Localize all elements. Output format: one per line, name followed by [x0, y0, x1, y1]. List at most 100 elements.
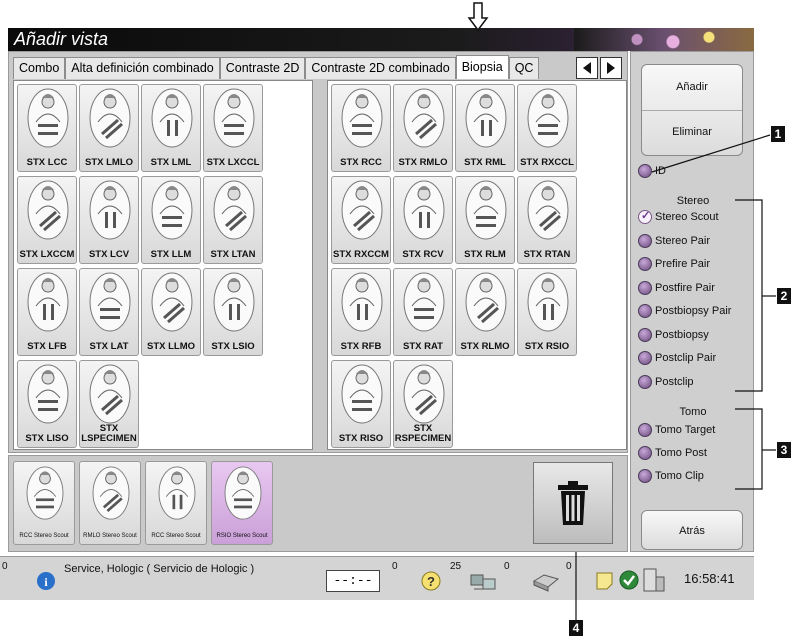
id-option[interactable]: ID — [638, 164, 666, 178]
tab-bar: Combo Alta definición combinado Contraste … — [13, 55, 540, 79]
right-breast-views: STX RCC STX RMLO STX RML STX RXCCL STX RXCCM… — [327, 80, 627, 450]
view-stx-llm-button[interactable]: STX LLM — [141, 176, 201, 264]
option-postclip-pair[interactable]: Postclip Pair — [638, 351, 716, 365]
option-postclip[interactable]: Postclip — [638, 374, 694, 389]
view-label: STX RISO — [338, 433, 384, 444]
selected-view-thumbnail[interactable]: RSIO Stereo Scout — [211, 461, 273, 545]
selected-view-thumbnail[interactable]: RMLO Stereo Scout — [79, 461, 141, 545]
view-stx-lcc-button[interactable]: STX LCC — [17, 84, 77, 172]
tab-biopsia[interactable]: Biopsia — [455, 55, 509, 79]
option-stereo-pair[interactable]: Stereo Pair — [638, 233, 711, 248]
view-stx-llmo-button[interactable]: STX LLMO — [141, 268, 201, 356]
view-stx-rlm-button[interactable]: STX RLM — [455, 176, 515, 264]
clock-time: 16:58:41 — [684, 571, 735, 586]
tab-contraste-2d[interactable]: Contraste 2D — [219, 57, 306, 79]
selected-view-thumbnail[interactable]: RCC Stereo Scout — [13, 461, 75, 545]
view-label: STX LLM — [150, 249, 192, 260]
view-stx-rat-button[interactable]: STX RAT — [393, 268, 453, 356]
view-label: STX RXCCM — [333, 249, 389, 260]
ml-compression-icon — [464, 88, 508, 148]
cc-compression-icon — [212, 88, 256, 148]
callout-1: 1 — [771, 126, 785, 142]
view-stx-rcv-button[interactable]: STX RCV — [393, 176, 453, 264]
checkmark-icon[interactable] — [618, 569, 640, 591]
help-icon[interactable]: ? — [420, 569, 442, 593]
view-stx-lxccm-button[interactable]: STX LXCCM — [17, 176, 77, 264]
view-stx-rml-button[interactable]: STX RML — [455, 84, 515, 172]
radio-icon — [638, 423, 652, 437]
view-stx-lmlo-button[interactable]: STX LMLO — [79, 84, 139, 172]
tomo-group-header: Tomo — [679, 406, 707, 418]
radio-icon — [638, 327, 652, 342]
view-label: STX LSPECIMEN — [81, 423, 137, 444]
view-stx-rfb-button[interactable]: STX RFB — [331, 268, 391, 356]
notes-count: 0 — [566, 561, 572, 572]
view-stx-lxccl-button[interactable]: STX LXCCL — [203, 84, 263, 172]
view-stx-liso-button[interactable]: STX LISO — [17, 360, 77, 448]
id-label: ID — [655, 165, 666, 177]
view-label: STX RMLO — [398, 157, 448, 168]
view-stx-rlmo-button[interactable]: STX RLMO — [455, 268, 515, 356]
remove-button[interactable]: Eliminar — [642, 111, 742, 155]
view-stx-ltan-button[interactable]: STX LTAN — [203, 176, 263, 264]
stereo-group-header: Stereo — [676, 195, 710, 207]
option-label: Prefire Pair — [655, 258, 711, 270]
tab-qc[interactable]: QC — [508, 57, 540, 79]
view-label: STX RLMO — [460, 341, 510, 352]
view-stx-lfb-button[interactable]: STX LFB — [17, 268, 77, 356]
view-stx-rmlo-button[interactable]: STX RMLO — [393, 84, 453, 172]
view-label: STX LFB — [27, 341, 67, 352]
view-stx-lspecimen-button[interactable]: STX LSPECIMEN — [79, 360, 139, 448]
view-stx-rxccm-button[interactable]: STX RXCCM — [331, 176, 391, 264]
view-stx-rxccl-button[interactable]: STX RXCCL — [517, 84, 577, 172]
view-stx-lml-button[interactable]: STX LML — [141, 84, 201, 172]
thumbnail-label: RMLO Stereo Scout — [83, 533, 137, 539]
option-postfire-pair[interactable]: Postfire Pair — [638, 280, 715, 295]
tab-alta-definici-n-combinado[interactable]: Alta definición combinado — [65, 57, 220, 79]
radio-icon — [638, 209, 652, 224]
system-status-icon[interactable] — [642, 567, 666, 593]
scroll-right-button[interactable] — [600, 57, 622, 79]
lm-compression-icon — [150, 180, 194, 240]
view-label: STX RSIO — [524, 341, 570, 352]
selected-views-strip: RCC Stereo Scout RMLO Stereo Scout RCC Ste… — [8, 455, 628, 552]
view-options-panel: Añadir Eliminar ID Stereo Stereo Scout St… — [630, 51, 754, 552]
printer-icon[interactable] — [530, 569, 560, 593]
view-label: STX RAT — [403, 341, 443, 352]
sio-compression-icon — [526, 272, 570, 332]
view-stx-lat-button[interactable]: STX LAT — [79, 268, 139, 356]
view-stx-lsio-button[interactable]: STX LSIO — [203, 268, 263, 356]
tab-scroll-arrows — [574, 57, 622, 79]
option-tomo-clip[interactable]: Tomo Clip — [638, 469, 704, 483]
option-label: Tomo Post — [655, 447, 707, 459]
cc-compression-icon — [340, 88, 384, 148]
scroll-left-button[interactable] — [576, 57, 598, 79]
tab-contraste-2d-combinado[interactable]: Contraste 2D combinado — [305, 57, 456, 79]
view-stx-lcv-button[interactable]: STX LCV — [79, 176, 139, 264]
option-label: Tomo Target — [655, 424, 716, 436]
notes-icon[interactable] — [594, 570, 616, 592]
add-button[interactable]: Añadir — [642, 65, 742, 111]
network-queue-icon[interactable] — [468, 569, 498, 593]
option-prefire-pair[interactable]: Prefire Pair — [638, 257, 710, 271]
option-postbiopsy-pair[interactable]: Postbiopsy Pair — [638, 304, 731, 318]
callout-2: 2 — [777, 288, 791, 304]
option-label: Stereo Pair — [655, 234, 711, 247]
option-tomo-post[interactable]: Tomo Post — [638, 446, 707, 460]
info-icon[interactable]: i — [36, 571, 56, 591]
tab-combo[interactable]: Combo — [13, 57, 66, 79]
view-stx-rspecimen-button[interactable]: STX RSPECIMEN — [393, 360, 453, 448]
option-tomo-target[interactable]: Tomo Target — [638, 423, 715, 437]
delete-button[interactable] — [533, 462, 613, 544]
radio-icon — [638, 446, 652, 460]
view-stx-rcc-button[interactable]: STX RCC — [331, 84, 391, 172]
view-stx-riso-button[interactable]: STX RISO — [331, 360, 391, 448]
option-postbiopsy[interactable]: Postbiopsy — [638, 327, 709, 342]
back-button[interactable]: Atrás — [641, 510, 743, 550]
view-label: STX RXCCL — [520, 157, 574, 168]
view-stx-rtan-button[interactable]: STX RTAN — [517, 176, 577, 264]
view-stx-rsio-button[interactable]: STX RSIO — [517, 268, 577, 356]
option-stereo-scout[interactable]: Stereo Scout — [638, 209, 719, 224]
mlo-compression-icon — [402, 88, 446, 148]
selected-view-thumbnail[interactable]: RCC Stereo Scout — [145, 461, 207, 545]
